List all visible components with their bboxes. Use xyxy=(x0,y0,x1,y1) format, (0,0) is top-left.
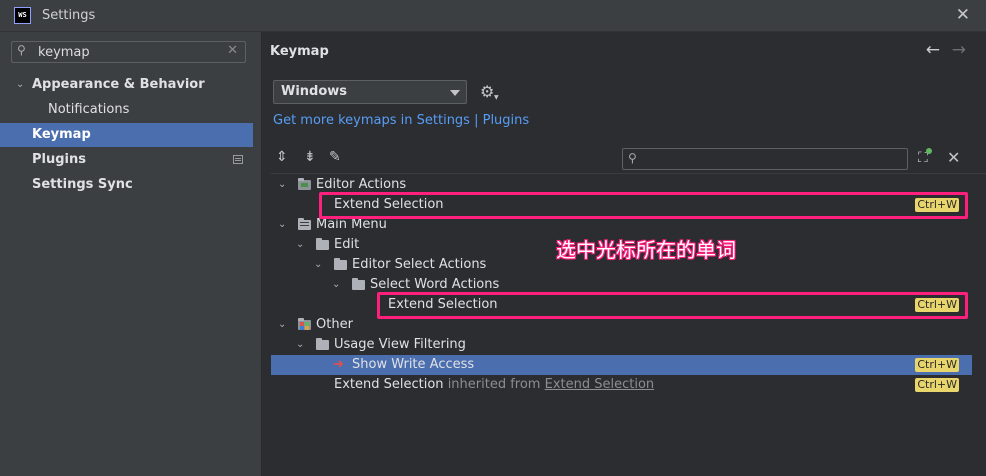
keymap-filter-input[interactable] xyxy=(649,150,899,168)
chevron-down-icon[interactable]: ⌄ xyxy=(296,235,304,255)
window-title: Settings xyxy=(42,8,96,23)
chevron-down-icon[interactable]: ⌄ xyxy=(16,73,24,97)
highlight-box xyxy=(319,192,968,219)
clear-filter-icon[interactable]: ✕ xyxy=(947,148,960,167)
keymap-toolbar: ⇕ ⇟ ✎ ⚲ ⛶ ✕ xyxy=(271,144,986,174)
chevron-down-icon[interactable]: ⌄ xyxy=(332,275,340,295)
sidebar-item-label: Settings Sync xyxy=(32,177,133,192)
inherited-from-text: inherited from xyxy=(447,377,541,392)
clear-search-icon[interactable]: ✕ xyxy=(227,43,238,58)
shortcut-badge: Ctrl+W xyxy=(915,378,959,392)
folder-icon xyxy=(316,238,329,250)
project-level-icon xyxy=(233,155,243,164)
chevron-down-icon[interactable]: ⌄ xyxy=(278,315,286,335)
webstorm-logo-icon: WS xyxy=(14,7,31,24)
sidebar-item-notifications[interactable]: Notifications xyxy=(0,98,253,122)
keymap-tree: ⌄ Editor Actions Extend Selection Ctrl+W… xyxy=(271,175,972,476)
sidebar-item-appearance-behavior[interactable]: ⌄ Appearance & Behavior xyxy=(0,73,253,97)
tree-row-label: Editor Select Actions xyxy=(352,257,487,272)
write-access-icon: ➜ xyxy=(333,357,344,372)
chevron-down-icon xyxy=(450,90,460,96)
folder-icon xyxy=(352,278,365,290)
tree-row-usage-view-filtering[interactable]: ⌄ Usage View Filtering xyxy=(271,335,972,355)
tree-row-label: Extend Selection inherited from Extend S… xyxy=(334,375,654,395)
sidebar-item-keymap[interactable]: Keymap xyxy=(0,123,253,147)
keymap-filter[interactable]: ⚲ xyxy=(622,148,908,170)
tree-row-label: Usage View Filtering xyxy=(334,337,466,352)
tree-row-extend-selection-inherited[interactable]: Extend Selection inherited from Extend S… xyxy=(271,375,972,395)
sidebar-item-plugins[interactable]: Plugins xyxy=(0,148,253,172)
shortcut-badge: Ctrl+W xyxy=(915,358,959,372)
edit-shortcut-icon[interactable]: ✎ xyxy=(329,149,341,165)
gear-icon[interactable]: ⚙ xyxy=(480,82,494,101)
annotation-text: 选中光标所在的单词 xyxy=(556,238,736,262)
expand-all-icon[interactable]: ⇕ xyxy=(276,149,288,165)
tree-row-label-main: Extend Selection xyxy=(334,377,444,392)
sidebar-item-label: Plugins xyxy=(32,152,86,167)
editor-actions-icon xyxy=(298,178,311,190)
other-icon xyxy=(298,318,311,330)
find-by-shortcut-icon[interactable]: ⛶ xyxy=(918,148,932,166)
chevron-down-icon[interactable]: ⌄ xyxy=(296,335,304,355)
active-indicator-icon xyxy=(925,148,932,154)
back-arrow-icon[interactable]: ← xyxy=(926,40,940,60)
tree-row-show-write-access[interactable]: ➜ Show Write Access Ctrl+W xyxy=(271,355,972,375)
highlight-box xyxy=(377,292,968,319)
close-icon[interactable]: ✕ xyxy=(956,5,970,25)
chevron-down-icon[interactable]: ⌄ xyxy=(278,215,286,235)
sidebar-item-settings-sync[interactable]: Settings Sync xyxy=(0,173,253,197)
settings-search-input[interactable] xyxy=(38,43,218,61)
scheme-selected-value: Windows xyxy=(281,84,348,99)
search-icon: ⚲ xyxy=(17,43,26,57)
sidebar-item-label: Appearance & Behavior xyxy=(32,77,205,92)
keymap-scheme-select[interactable]: Windows xyxy=(273,80,467,104)
settings-search[interactable]: ⚲ ✕ xyxy=(11,41,246,63)
settings-sidebar: ⚲ ✕ ⌄ Appearance & Behavior Notification… xyxy=(0,32,262,476)
title-bar: WS Settings ✕ xyxy=(0,0,986,32)
tree-row-label: Show Write Access xyxy=(352,357,475,372)
search-icon: ⚲ xyxy=(628,151,637,165)
sidebar-item-label: Notifications xyxy=(48,102,130,117)
sidebar-item-label: Keymap xyxy=(32,127,91,142)
chevron-down-icon[interactable]: ⌄ xyxy=(278,175,286,195)
tree-row-label: Edit xyxy=(334,237,360,252)
folder-icon xyxy=(316,338,329,350)
inherited-action-link[interactable]: Extend Selection xyxy=(545,377,655,392)
gear-dropdown-caret-icon: ▼ xyxy=(494,94,499,101)
tree-row-label: Other xyxy=(316,317,353,332)
get-more-keymaps-link[interactable]: Get more keymaps in Settings | Plugins xyxy=(273,113,529,128)
folder-icon xyxy=(334,258,347,270)
collapse-all-icon[interactable]: ⇟ xyxy=(304,149,316,165)
chevron-down-icon[interactable]: ⌄ xyxy=(314,255,322,275)
page-title: Keymap xyxy=(270,44,329,59)
forward-arrow-icon[interactable]: → xyxy=(952,40,966,60)
main-menu-icon xyxy=(298,218,311,230)
